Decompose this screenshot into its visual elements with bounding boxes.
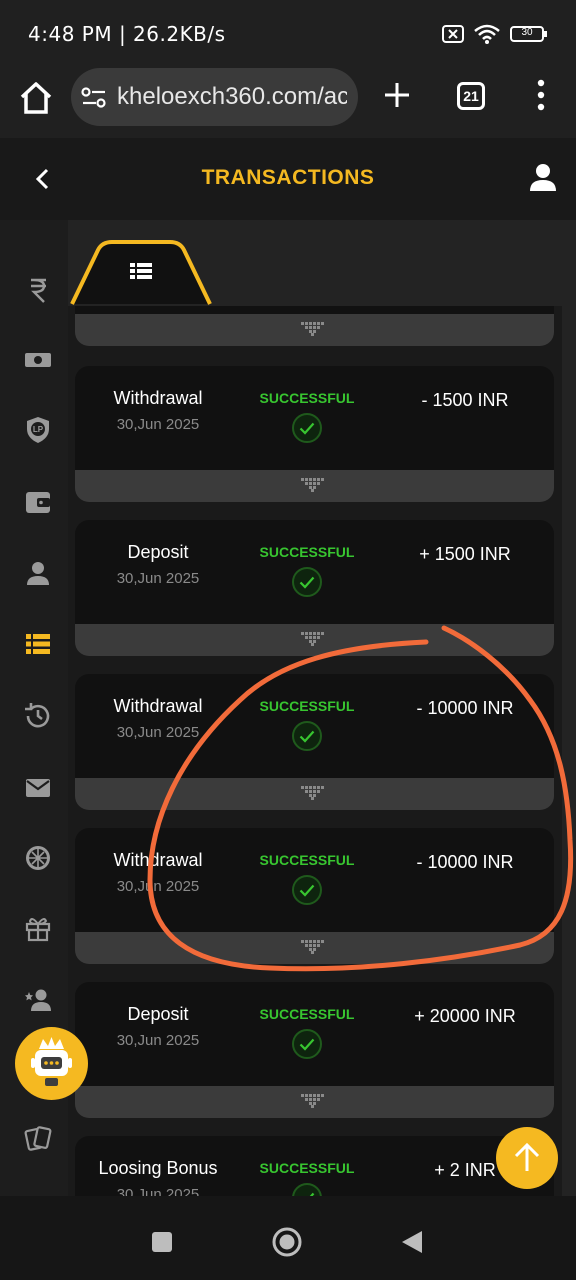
address-bar[interactable]: kheloexch360.com/ac xyxy=(71,68,358,126)
transaction-amount: - 10000 INR xyxy=(416,698,514,718)
check-circle-icon xyxy=(292,875,322,905)
list-item[interactable]: Withdrawal 30,Jun 2025 SUCCESSFUL - 1500 IN… xyxy=(75,366,554,506)
user-icon[interactable] xyxy=(528,162,558,192)
check-circle-icon xyxy=(292,567,322,597)
chatbot-button[interactable] xyxy=(15,1027,88,1100)
home-icon[interactable] xyxy=(18,80,54,116)
transaction-list[interactable]: Withdrawal 30,Jun 2025 SUCCESSFUL - 1500 IN… xyxy=(68,306,562,1196)
transaction-type: Deposit xyxy=(127,1004,189,1024)
expand-arrow-icon[interactable] xyxy=(301,940,327,954)
expand-arrow-icon[interactable] xyxy=(301,632,327,646)
tab-switcher-button[interactable]: 21 xyxy=(457,82,485,110)
card-footer[interactable] xyxy=(75,624,554,656)
status-badge: SUCCESSFUL xyxy=(259,544,355,560)
card-footer[interactable] xyxy=(75,1086,554,1118)
card-footer[interactable] xyxy=(75,778,554,810)
card-body: Withdrawal 30,Jun 2025 SUCCESSFUL - 1500 IN… xyxy=(75,366,554,470)
list-icon xyxy=(130,263,152,279)
transaction-date: 30,Jun 2025 xyxy=(116,416,200,433)
url-text: kheloexch360.com/ac xyxy=(117,83,347,110)
check-circle-icon xyxy=(292,721,322,751)
wheel-icon[interactable] xyxy=(22,842,54,874)
list-icon[interactable] xyxy=(22,628,54,660)
tab-list[interactable] xyxy=(70,240,212,306)
list-item[interactable]: Deposit 30,Jun 2025 SUCCESSFUL + 1500 INR xyxy=(75,520,554,660)
transaction-type: Withdrawal xyxy=(113,696,203,716)
new-tab-icon[interactable] xyxy=(382,80,412,110)
transaction-date: 30,Jun 2025 xyxy=(116,878,200,895)
card-footer[interactable] xyxy=(75,470,554,502)
gift-icon[interactable] xyxy=(22,912,54,944)
svg-text:LP: LP xyxy=(33,425,44,434)
back-nav-icon[interactable] xyxy=(396,1226,428,1258)
expand-arrow-icon[interactable] xyxy=(301,478,327,492)
card-body: Deposit 30,Jun 2025 SUCCESSFUL + 1500 INR xyxy=(75,520,554,624)
browser-menu-icon[interactable] xyxy=(530,78,552,112)
transaction-date: 30,Jun 2025 xyxy=(116,1032,200,1049)
android-nav-bar xyxy=(0,1196,576,1280)
expand-arrow-icon[interactable] xyxy=(301,786,327,800)
browser-toolbar: kheloexch360.com/ac 21 xyxy=(0,64,576,138)
expand-arrow-icon[interactable] xyxy=(301,1094,327,1108)
card-body: Loosing Bonus 30,Jun 2025 SUCCESSFUL + 2 IN… xyxy=(75,1136,554,1196)
wallet-icon[interactable] xyxy=(22,486,54,518)
battery-level: 30 xyxy=(521,27,533,38)
rupee-icon[interactable] xyxy=(22,274,54,306)
status-badge: SUCCESSFUL xyxy=(259,1160,355,1176)
list-item[interactable]: Withdrawal 30,Jun 2025 SUCCESSFUL - 10000 I… xyxy=(75,828,554,968)
lp-shield-icon[interactable]: LP xyxy=(22,414,54,446)
status-badge: SUCCESSFUL xyxy=(259,390,355,406)
transaction-amount: - 1500 INR xyxy=(421,390,509,410)
status-bar: 4:48 PM | 26.2KB/s 30 xyxy=(0,0,576,64)
profile-icon[interactable] xyxy=(22,558,54,590)
home-nav-icon[interactable] xyxy=(271,1226,303,1258)
card-footer[interactable] xyxy=(75,932,554,964)
transaction-type: Withdrawal xyxy=(113,388,203,408)
site-settings-icon[interactable] xyxy=(81,86,107,110)
cards-icon[interactable] xyxy=(22,1122,54,1154)
scroll-to-top-button[interactable] xyxy=(496,1127,558,1189)
transaction-type: Deposit xyxy=(127,542,189,562)
mail-icon[interactable] xyxy=(22,772,54,804)
status-time: 4:48 PM | 26.2KB/s xyxy=(28,22,226,46)
cash-icon[interactable] xyxy=(22,344,54,376)
transaction-amount: + 20000 INR xyxy=(414,1006,516,1026)
arrow-up-icon xyxy=(514,1142,540,1171)
tab-bar xyxy=(68,220,576,306)
check-circle-icon xyxy=(292,1029,322,1059)
list-item-partial xyxy=(75,306,554,346)
transaction-amount: + 1500 INR xyxy=(419,544,511,564)
card-body: Withdrawal 30,Jun 2025 SUCCESSFUL - 10000 I… xyxy=(75,674,554,778)
status-badge: SUCCESSFUL xyxy=(259,1006,355,1022)
card-body: Deposit 30,Jun 2025 SUCCESSFUL + 20000 INR xyxy=(75,982,554,1086)
list-item[interactable]: Loosing Bonus 30,Jun 2025 SUCCESSFUL + 2 IN… xyxy=(75,1136,554,1196)
transaction-type: Loosing Bonus xyxy=(98,1158,218,1178)
referral-icon[interactable] xyxy=(22,984,54,1016)
recents-icon[interactable] xyxy=(146,1226,178,1258)
expand-arrow-icon[interactable] xyxy=(301,322,327,336)
status-icons: 30 xyxy=(442,24,547,44)
wifi-icon xyxy=(474,24,500,44)
history-icon[interactable] xyxy=(22,700,54,732)
robot-king-icon xyxy=(31,1037,72,1086)
transaction-date: 30,Jun 2025 xyxy=(116,570,200,587)
status-badge: SUCCESSFUL xyxy=(259,698,355,714)
transaction-type: Withdrawal xyxy=(113,850,203,870)
transaction-date: 30,Jun 2025 xyxy=(116,724,200,741)
check-circle-icon xyxy=(292,1183,322,1196)
battery-icon: 30 xyxy=(510,26,547,42)
list-item[interactable]: Deposit 30,Jun 2025 SUCCESSFUL + 20000 INR xyxy=(75,982,554,1122)
no-sim-icon xyxy=(442,25,464,43)
card-body: Withdrawal 30,Jun 2025 SUCCESSFUL - 10000 I… xyxy=(75,828,554,932)
check-circle-icon xyxy=(292,413,322,443)
transaction-date: 30,Jun 2025 xyxy=(116,1186,200,1196)
status-badge: SUCCESSFUL xyxy=(259,852,355,868)
page-title: TRANSACTIONS xyxy=(201,166,375,189)
list-item[interactable]: Withdrawal 30,Jun 2025 SUCCESSFUL - 10000 I… xyxy=(75,674,554,814)
transaction-amount: - 10000 INR xyxy=(416,852,514,872)
app-header: TRANSACTIONS xyxy=(0,138,576,220)
